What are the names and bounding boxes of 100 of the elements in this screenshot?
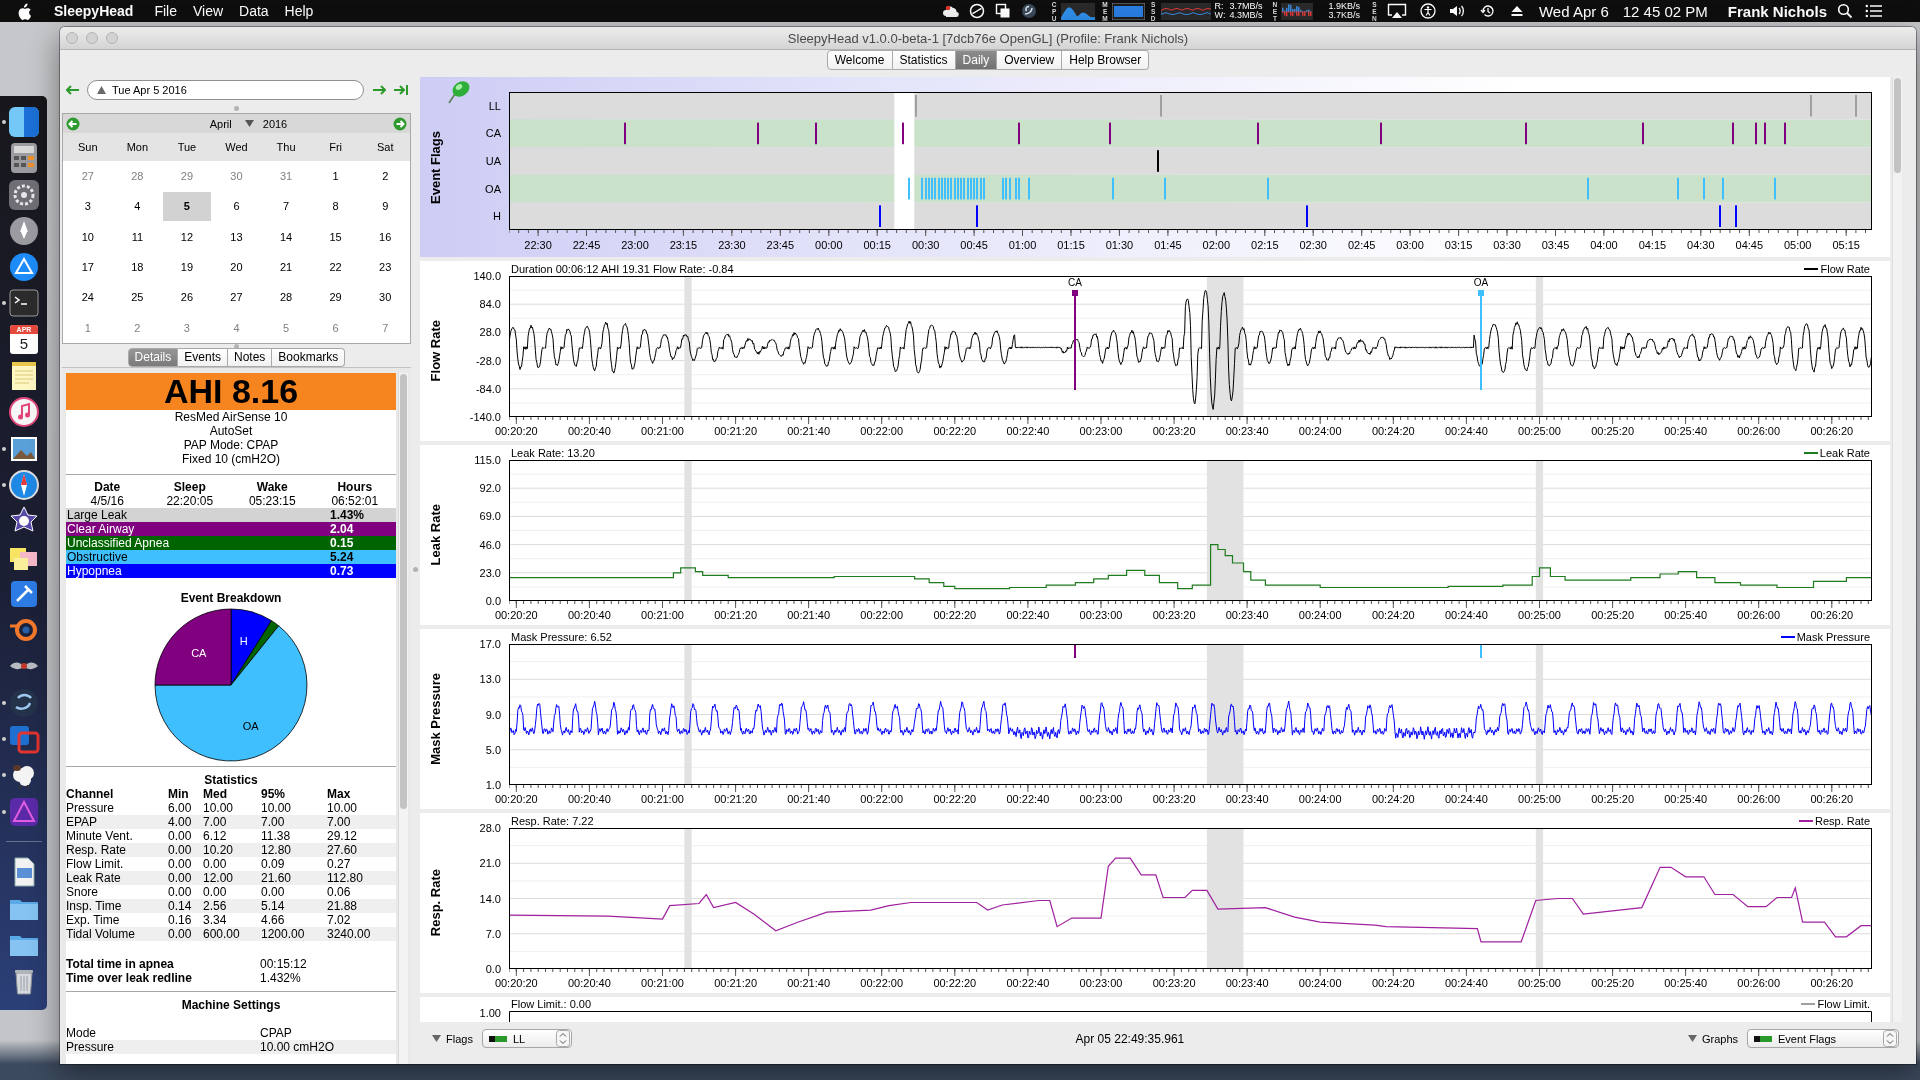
calendar-day[interactable]: 24 (64, 283, 112, 312)
calendar-day[interactable]: 20 (212, 253, 261, 282)
swirl-icon[interactable] (8, 686, 40, 719)
scrollbar[interactable] (1892, 77, 1902, 1022)
search-icon[interactable] (1837, 3, 1853, 19)
calculator-icon[interactable] (8, 142, 40, 175)
app-menu[interactable]: SleepyHead (54, 3, 134, 19)
collapse-triangle-icon[interactable] (1687, 1035, 1697, 1042)
line-graph-icon[interactable] (1160, 2, 1211, 20)
calendar-day[interactable]: 21 (262, 253, 310, 282)
calendar-day[interactable]: 30 (361, 283, 409, 312)
calendar-day[interactable]: 7 (262, 192, 310, 221)
music-note-icon[interactable] (8, 396, 40, 429)
circle-slash-icon[interactable] (968, 3, 985, 19)
arrow-to-bar-icon[interactable] (394, 85, 408, 95)
calendar-day[interactable]: 2 (113, 313, 162, 342)
calendar-day[interactable]: 6 (212, 192, 261, 221)
calendar-day[interactable]: 23 (361, 253, 409, 282)
menu-item[interactable]: Help (284, 3, 314, 19)
triangle-circle-icon[interactable] (8, 251, 40, 284)
calendar-day[interactable]: 3 (64, 192, 112, 221)
calendar-day[interactable]: 12 (163, 222, 211, 251)
calendar-day[interactable]: 30 (212, 162, 261, 191)
calendar-day[interactable]: 15 (311, 222, 360, 251)
menu-item[interactable]: File (154, 3, 177, 19)
graphs-dropdown[interactable]: Event Flags (1747, 1029, 1899, 1048)
collapse-triangle-icon[interactable] (432, 1035, 441, 1042)
apple-icon[interactable] (17, 2, 31, 20)
rocket-icon[interactable] (8, 214, 40, 247)
terminal-icon[interactable] (8, 287, 40, 320)
detail-tab[interactable]: Events (178, 348, 228, 367)
calendar-day[interactable]: 31 (262, 162, 310, 191)
calendar-day[interactable]: 28 (113, 162, 162, 191)
left-arrow-circle-icon[interactable] (66, 116, 80, 131)
calendar-day[interactable]: 1 (64, 313, 112, 342)
calendar-day[interactable]: 10 (64, 222, 112, 251)
view-tab[interactable]: Statistics (892, 50, 956, 70)
calendar-day[interactable]: 22 (311, 253, 360, 282)
calendar-day[interactable]: 19 (163, 253, 211, 282)
detail-tab[interactable]: Details (127, 348, 179, 367)
scrollbar-thumb[interactable] (400, 374, 407, 809)
calendar-day[interactable]: 11 (113, 222, 162, 251)
date-picker-field[interactable]: Tue Apr 5 2016 (87, 80, 364, 100)
gear-icon[interactable] (8, 178, 40, 211)
cloud-icon[interactable] (941, 3, 960, 19)
menu-item[interactable]: Data (239, 3, 269, 19)
eject-icon[interactable] (1509, 4, 1524, 18)
view-tab[interactable]: Overview (997, 50, 1063, 70)
month-selector[interactable]: April (209, 117, 232, 130)
view-tab[interactable]: Daily (955, 50, 998, 70)
screen-triangle-icon[interactable] (1386, 3, 1407, 19)
calendar-day[interactable]: 29 (163, 162, 211, 191)
dropdown-triangle-icon[interactable] (244, 120, 254, 127)
view-tab[interactable]: Help Browser (1062, 50, 1150, 70)
calendar-day[interactable]: 17 (64, 253, 112, 282)
splitter-handle[interactable] (234, 105, 239, 111)
calendar-day[interactable]: 6 (311, 313, 360, 342)
calendar-day[interactable]: 7 (361, 313, 409, 342)
detail-tab[interactable]: Notes (228, 348, 273, 367)
squares-icon[interactable] (994, 3, 1011, 19)
year-selector[interactable]: 2016 (262, 117, 288, 130)
back-arrow-icon[interactable] (66, 85, 80, 95)
detail-tab[interactable]: Bookmarks (272, 348, 346, 367)
calendar-day[interactable]: 5 (262, 313, 310, 342)
splitter-handle[interactable] (234, 343, 239, 349)
scrollbar[interactable] (398, 373, 408, 1064)
calendar-day[interactable]: 4 (212, 313, 261, 342)
calendar-day[interactable]: 8 (311, 192, 360, 221)
area-graph-icon[interactable] (1060, 2, 1095, 20)
calendar-day[interactable]: 2 (361, 162, 409, 191)
calendar-day[interactable]: 13 (212, 222, 261, 251)
calendar-day[interactable]: 9 (361, 192, 409, 221)
scrollbar-thumb[interactable] (1894, 78, 1901, 173)
calendar-day[interactable]: 4 (113, 192, 162, 221)
swirl-icon[interactable] (1020, 3, 1037, 19)
calendar-day[interactable]: 18 (113, 253, 162, 282)
calendar-day[interactable]: 26 (163, 283, 211, 312)
bar-graph-icon[interactable] (1281, 2, 1314, 20)
accessibility-icon[interactable] (1419, 3, 1436, 19)
calendar-day[interactable]: 25 (113, 283, 162, 312)
calendar-day[interactable]: 14 (262, 222, 310, 251)
list-icon[interactable] (1865, 4, 1883, 18)
split-tile-icon[interactable] (8, 106, 40, 138)
clock-time[interactable]: 12 45 02 PM (1622, 2, 1708, 20)
clock-date[interactable]: Wed Apr 6 (1538, 2, 1609, 20)
calendar-day[interactable]: 16 (361, 222, 409, 251)
meter-icon[interactable] (1111, 2, 1145, 20)
right-arrow-circle-icon[interactable] (393, 116, 407, 131)
calendar-day[interactable]: 27 (212, 283, 261, 312)
splitter-handle[interactable] (413, 566, 418, 572)
view-tab[interactable]: Welcome (826, 50, 893, 70)
forward-arrow-icon[interactable] (372, 85, 386, 95)
calendar-day[interactable]: 27 (64, 162, 112, 191)
calendar-day[interactable]: 29 (311, 283, 360, 312)
menu-item[interactable]: View (192, 3, 224, 19)
compass-icon[interactable] (8, 468, 40, 501)
calendar-day[interactable]: 28 (262, 283, 310, 312)
calendar-day[interactable]: 1 (311, 162, 360, 191)
user-name[interactable]: Frank Nichols (1727, 2, 1827, 20)
clock-arrow-icon[interactable] (1479, 3, 1496, 19)
